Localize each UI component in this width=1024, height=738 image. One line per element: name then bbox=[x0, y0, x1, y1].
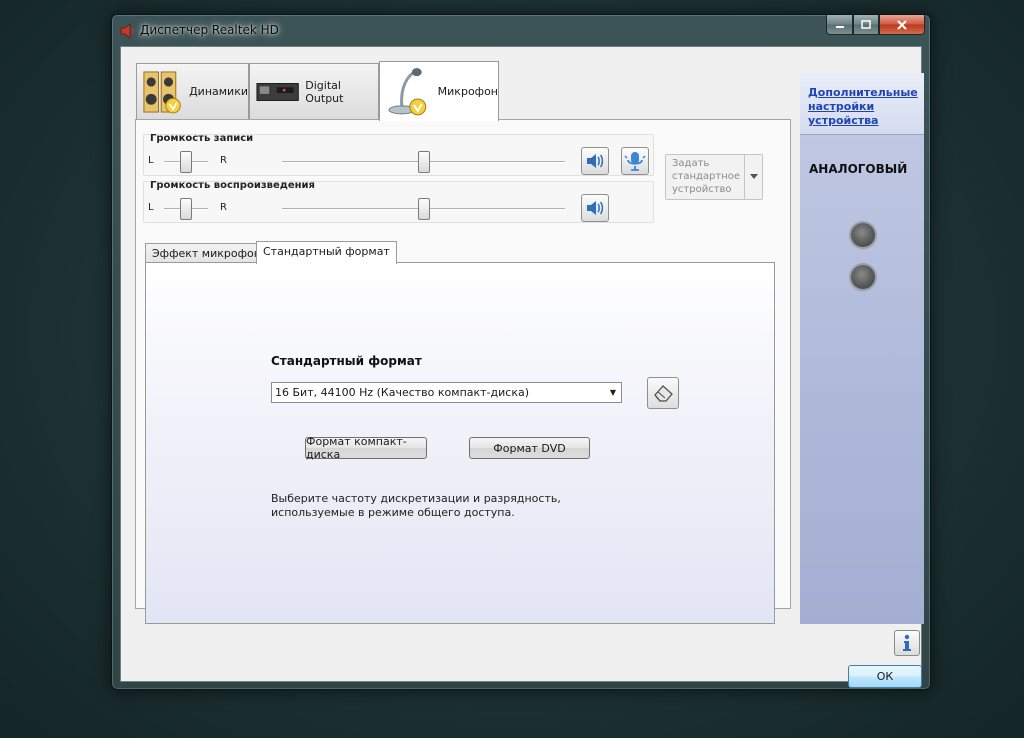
maximize-icon bbox=[861, 19, 871, 29]
microphone-boost-icon bbox=[624, 152, 646, 171]
format-description: Выберите частоту дискретизации и разрядн… bbox=[271, 492, 561, 519]
recording-mute-button[interactable] bbox=[581, 147, 609, 175]
playback-volume-title: Громкость воспроизведения bbox=[150, 180, 315, 191]
balance-left-label: L bbox=[148, 155, 154, 166]
chevron-down-icon bbox=[749, 174, 758, 179]
info-button[interactable] bbox=[894, 630, 920, 656]
info-icon bbox=[903, 634, 911, 651]
playback-volume-slider[interactable] bbox=[417, 198, 430, 220]
tab-digital-output-label: Digital Output bbox=[305, 78, 344, 105]
tab-default-format[interactable]: Стандартный формат bbox=[256, 241, 397, 264]
realtek-window: Диспетчер Realtek HD Динамики Digital Ou… bbox=[111, 14, 931, 690]
playback-balance-right-label: R bbox=[220, 202, 227, 213]
connector-panel: Дополнительные настройки устройства АНАЛ… bbox=[800, 73, 924, 624]
analog-jack-1[interactable] bbox=[851, 223, 875, 247]
reset-format-button[interactable] bbox=[647, 377, 679, 409]
title-bar[interactable]: Диспетчер Realtek HD bbox=[112, 15, 930, 47]
format-select[interactable]: 16 Бит, 44100 Hz (Качество компакт-диска… bbox=[271, 382, 622, 403]
balance-right-label: R bbox=[220, 155, 227, 166]
default-format-title: Стандартный формат bbox=[271, 354, 422, 368]
dialog-client-area: Динамики Digital Output Микрофон Громкос… bbox=[120, 46, 924, 688]
digital-output-icon bbox=[256, 82, 299, 101]
window-title: Диспетчер Realtek HD bbox=[140, 23, 279, 37]
set-default-dropdown-arrow[interactable] bbox=[744, 155, 762, 199]
tab-speakers[interactable]: Динамики bbox=[136, 63, 249, 119]
close-button[interactable] bbox=[879, 15, 925, 35]
microphone-icon bbox=[388, 67, 427, 115]
speaker-volume-icon bbox=[587, 154, 604, 168]
ok-button[interactable]: ОК bbox=[848, 665, 922, 688]
recording-volume-title: Громкость записи bbox=[150, 133, 254, 144]
speaker-volume-icon bbox=[587, 201, 604, 215]
minimize-button[interactable] bbox=[826, 15, 853, 35]
recording-volume-slider[interactable] bbox=[417, 151, 430, 173]
window-controls bbox=[826, 15, 925, 35]
cd-format-button[interactable]: Формат компакт-диска bbox=[305, 435, 427, 461]
set-default-device-button[interactable]: Задать стандартное устройство bbox=[665, 154, 763, 200]
playback-mute-button[interactable] bbox=[581, 194, 609, 222]
advanced-settings-link[interactable]: Дополнительные настройки устройства bbox=[800, 73, 924, 135]
analog-jack-2[interactable] bbox=[851, 265, 875, 289]
dvd-format-button[interactable]: Формат DVD bbox=[469, 437, 590, 459]
playback-volume-group: Громкость воспроизведения L R bbox=[143, 180, 654, 223]
set-default-device-label: Задать стандартное устройство bbox=[672, 158, 741, 195]
tab-speakers-label: Динамики bbox=[189, 85, 248, 98]
close-icon bbox=[897, 19, 907, 30]
speakers-icon bbox=[143, 71, 181, 113]
microphone-boost-button[interactable] bbox=[621, 147, 649, 175]
default-format-panel: Стандартный формат 16 Бит, 44100 Hz (Кач… bbox=[145, 262, 775, 624]
playback-balance-slider[interactable] bbox=[180, 198, 192, 220]
maximize-button[interactable] bbox=[853, 15, 879, 35]
playback-balance-left-label: L bbox=[148, 202, 154, 213]
tab-digital-output[interactable]: Digital Output bbox=[249, 63, 379, 119]
tab-microphone-label: Микрофон bbox=[437, 85, 498, 98]
eraser-icon bbox=[654, 385, 673, 402]
analog-section-title: АНАЛОГОВЫЙ bbox=[809, 162, 908, 176]
speaker-icon bbox=[120, 23, 134, 39]
recording-volume-group: Громкость записи L R bbox=[143, 133, 654, 176]
tab-microphone[interactable]: Микрофон bbox=[379, 61, 499, 121]
chevron-down-icon: ▼ bbox=[609, 388, 616, 397]
minimize-icon bbox=[835, 25, 844, 28]
format-select-value: 16 Бит, 44100 Hz (Качество компакт-диска… bbox=[275, 386, 529, 399]
recording-balance-slider[interactable] bbox=[180, 151, 192, 173]
